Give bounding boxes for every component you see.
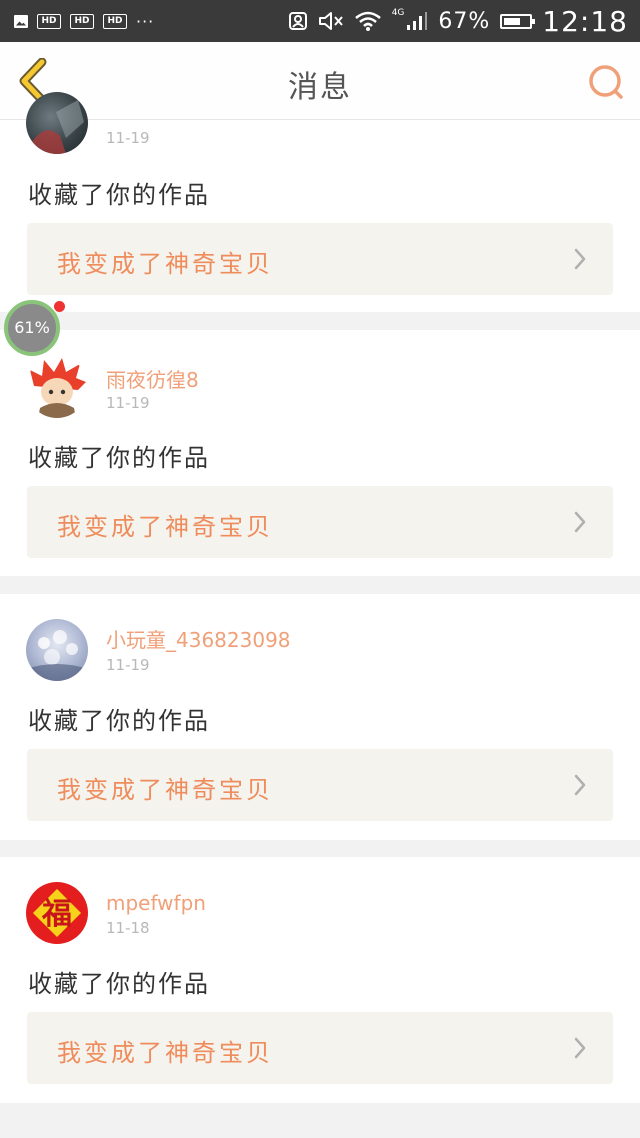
mute-icon bbox=[318, 12, 343, 30]
wifi-icon bbox=[354, 11, 381, 31]
notification-action: 收藏了你的作品 bbox=[28, 707, 210, 735]
notification-dot bbox=[54, 301, 65, 312]
page-title: 消息 bbox=[288, 70, 352, 105]
username[interactable]: mpefwfpn bbox=[106, 891, 206, 915]
notification-date: 11-19 bbox=[106, 656, 150, 674]
battery-level bbox=[504, 17, 521, 25]
status-bar: HD HD HD ··· 4G 67% 12:18 bbox=[0, 0, 640, 42]
notification-action: 收藏了你的作品 bbox=[28, 181, 210, 209]
search-icon bbox=[589, 65, 623, 99]
user-avatar[interactable] bbox=[26, 92, 88, 154]
battery-percent: 67% bbox=[438, 8, 491, 34]
image-notification-icon bbox=[14, 14, 28, 28]
avatar-character bbox=[30, 358, 86, 418]
work-link[interactable]: 我变成了神奇宝贝 bbox=[27, 1012, 613, 1084]
network-type-label: 4G bbox=[391, 8, 405, 18]
signal-icon bbox=[407, 12, 428, 30]
username[interactable]: 小玩童_436823098 bbox=[106, 624, 291, 653]
notification-date: 11-19 bbox=[106, 129, 150, 147]
chevron-right-icon bbox=[574, 248, 586, 270]
username[interactable]: 雨夜彷徨8 bbox=[106, 364, 199, 393]
battery-icon bbox=[500, 13, 536, 29]
work-link[interactable]: 我变成了神奇宝贝 bbox=[27, 749, 613, 821]
work-title: 我变成了神奇宝贝 bbox=[57, 250, 273, 278]
notification-action: 收藏了你的作品 bbox=[28, 444, 210, 472]
notification-icon: HD bbox=[103, 13, 127, 29]
user-avatar[interactable]: 福 bbox=[26, 882, 88, 944]
notification-date: 11-19 bbox=[106, 394, 150, 412]
notification-card: 11-19 收藏了你的作品 我变成了神奇宝贝 bbox=[0, 92, 640, 312]
user-avatar[interactable] bbox=[26, 356, 88, 418]
notification-icon: HD bbox=[70, 13, 94, 29]
work-title: 我变成了神奇宝贝 bbox=[57, 776, 273, 804]
notification-card: 雨夜彷徨8 11-19 收藏了你的作品 我变成了神奇宝贝 bbox=[0, 330, 640, 576]
status-system-icons: 4G 67% 12:18 bbox=[288, 0, 628, 42]
chevron-right-icon bbox=[574, 511, 586, 533]
status-notification-icons: HD HD HD ··· bbox=[14, 9, 154, 33]
work-title: 我变成了神奇宝贝 bbox=[57, 513, 273, 541]
svg-text:福: 福 bbox=[41, 897, 72, 932]
chevron-right-icon bbox=[574, 1037, 586, 1059]
notification-date: 11-18 bbox=[106, 919, 150, 937]
notification-card: 福 mpefwfpn 11-18 收藏了你的作品 我变成了神奇宝贝 bbox=[0, 857, 640, 1103]
avatar-photo bbox=[26, 630, 88, 681]
avatar-photo bbox=[26, 100, 84, 154]
notification-icon: HD bbox=[37, 13, 61, 29]
work-title: 我变成了神奇宝贝 bbox=[57, 1039, 273, 1067]
work-link[interactable]: 我变成了神奇宝贝 bbox=[27, 486, 613, 558]
location-icon bbox=[288, 12, 307, 30]
clock: 12:18 bbox=[542, 4, 628, 38]
floating-progress-widget[interactable]: 61% bbox=[4, 300, 60, 356]
chevron-right-icon bbox=[574, 774, 586, 796]
header-bar: 消息 bbox=[0, 42, 640, 120]
notification-card: 小玩童_436823098 11-19 收藏了你的作品 我变成了神奇宝贝 bbox=[0, 594, 640, 840]
more-notifications-indicator: ··· bbox=[136, 11, 155, 31]
search-button[interactable] bbox=[586, 62, 626, 102]
notification-action: 收藏了你的作品 bbox=[28, 970, 210, 998]
user-avatar[interactable] bbox=[26, 619, 88, 681]
fu-character-avatar: 福 bbox=[32, 888, 82, 938]
work-link[interactable]: 我变成了神奇宝贝 bbox=[27, 223, 613, 295]
